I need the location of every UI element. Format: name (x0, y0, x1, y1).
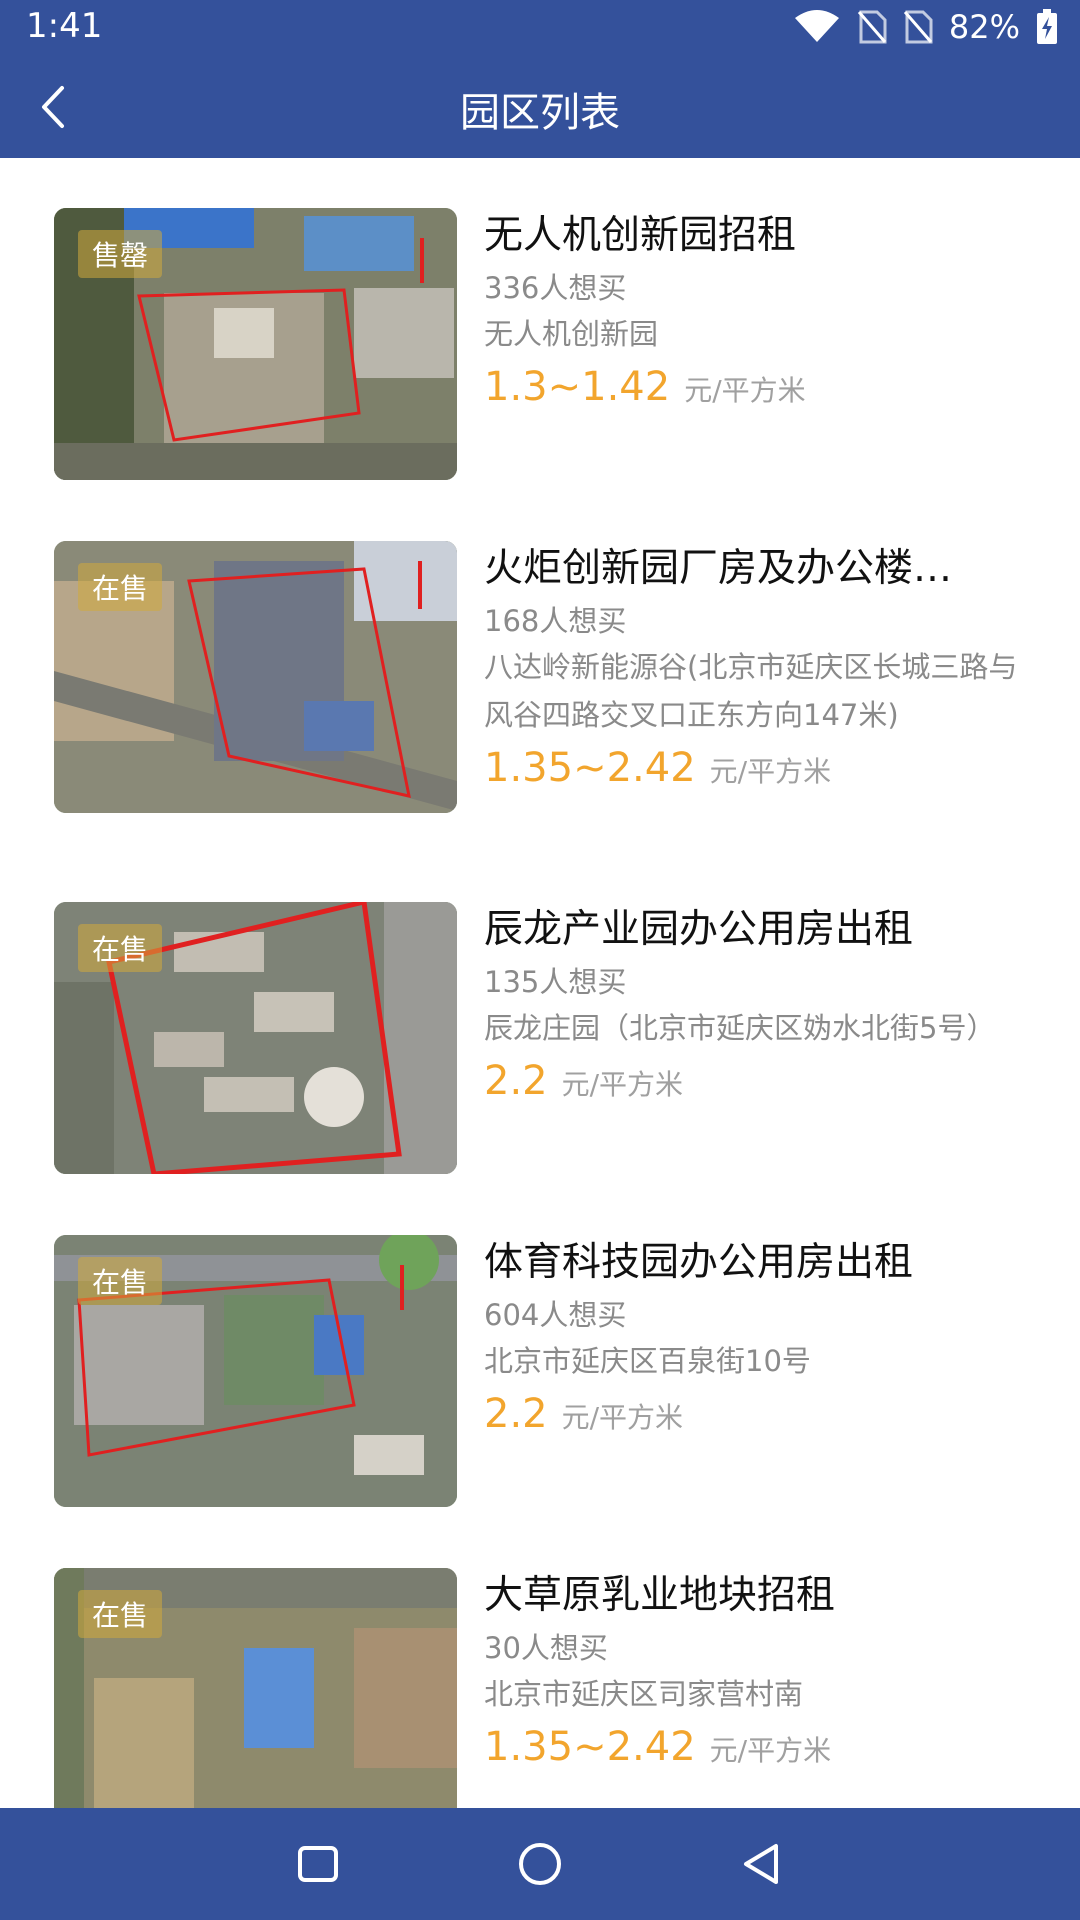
system-nav-bar (0, 1808, 1080, 1920)
wifi-icon (794, 10, 839, 42)
sale-status-badge: 在售 (78, 1590, 163, 1638)
price-row: 1.3~1.42 元/平方米 (484, 364, 1024, 410)
park-list[interactable]: 售罄 无人机创新园招租 336人想买 无人机创新园 1.3~1.42 元/平方米 (0, 158, 1080, 1808)
price-row: 1.35~2.42 元/平方米 (484, 1724, 1024, 1770)
park-address: 无人机创新园 (484, 317, 659, 351)
status-icons: 82% (793, 8, 1058, 46)
park-thumbnail[interactable]: 在售 (54, 541, 457, 813)
park-name: 火炬创新园厂房及办公楼… (484, 546, 953, 591)
price-range: 2.2 (484, 1058, 548, 1104)
price-range: 1.3~1.42 (484, 364, 671, 410)
park-name: 辰龙产业园办公用房出租 (484, 907, 914, 952)
park-address: 北京市延庆区司家营村南 (484, 1677, 804, 1711)
page-title: 园区列表 (460, 90, 620, 136)
want-count: 336人想买 (484, 271, 627, 305)
price-range: 2.2 (484, 1391, 548, 1437)
sale-status-badge: 售罄 (78, 230, 163, 278)
price-range: 1.35~2.42 (484, 745, 696, 791)
price-row: 1.35~2.42 元/平方米 (484, 745, 1024, 791)
park-name: 体育科技园办公用房出租 (484, 1240, 914, 1285)
status-bar: 1:41 82% (0, 0, 1080, 56)
park-info: 大草原乳业地块招租 30人想买 北京市延庆区司家营村南 1.35~2.42 元/… (484, 1568, 1024, 1770)
park-thumbnail[interactable]: 在售 (54, 902, 457, 1174)
park-thumbnail[interactable]: 在售 (54, 1568, 457, 1808)
price-row: 2.2 元/平方米 (484, 1058, 1024, 1104)
price-unit: 元/平方米 (561, 1068, 684, 1101)
sale-status-badge: 在售 (78, 924, 163, 972)
home-circle-icon[interactable] (510, 1834, 570, 1894)
park-info: 辰龙产业园办公用房出租 135人想买 辰龙庄园（北京市延庆区妫水北街5号） 2.… (484, 902, 1024, 1104)
price-range: 1.35~2.42 (484, 1724, 696, 1770)
park-name: 无人机创新园招租 (484, 213, 797, 258)
price-row: 2.2 元/平方米 (484, 1391, 1024, 1437)
park-address: 八达岭新能源谷(北京市延庆区长城三路与风谷四路交叉口正东方向147米) (484, 650, 1018, 732)
price-unit: 元/平方米 (709, 1734, 832, 1767)
park-address: 辰龙庄园（北京市延庆区妫水北街5号） (484, 1011, 996, 1045)
recents-square-icon[interactable] (288, 1834, 348, 1894)
price-unit: 元/平方米 (684, 374, 806, 407)
price-unit: 元/平方米 (561, 1401, 684, 1434)
want-count: 604人想买 (484, 1298, 627, 1332)
back-triangle-icon[interactable] (732, 1834, 792, 1894)
battery-icon (1037, 9, 1057, 44)
want-count: 168人想买 (484, 604, 627, 638)
park-thumbnail[interactable]: 售罄 (54, 208, 457, 480)
park-thumbnail[interactable]: 在售 (54, 1235, 457, 1507)
want-count: 135人想买 (484, 965, 627, 999)
sale-status-badge: 在售 (78, 563, 163, 611)
park-info: 无人机创新园招租 336人想买 无人机创新园 1.3~1.42 元/平方米 (484, 208, 1024, 410)
no-sim-icon (857, 10, 887, 44)
battery-percent: 82% (948, 8, 1020, 46)
park-info: 体育科技园办公用房出租 604人想买 北京市延庆区百泉街10号 2.2 元/平方… (484, 1235, 1024, 1437)
no-sim-icon-2 (903, 10, 933, 44)
park-name: 大草原乳业地块招租 (484, 1573, 836, 1618)
want-count: 30人想买 (484, 1631, 608, 1665)
sale-status-badge: 在售 (78, 1257, 163, 1305)
park-info: 火炬创新园厂房及办公楼… 168人想买 八达岭新能源谷(北京市延庆区长城三路与风… (484, 541, 1024, 791)
app-bar: 园区列表 (0, 56, 1080, 158)
status-time: 1:41 (26, 6, 103, 46)
park-address: 北京市延庆区百泉街10号 (484, 1344, 811, 1378)
price-unit: 元/平方米 (709, 755, 832, 788)
